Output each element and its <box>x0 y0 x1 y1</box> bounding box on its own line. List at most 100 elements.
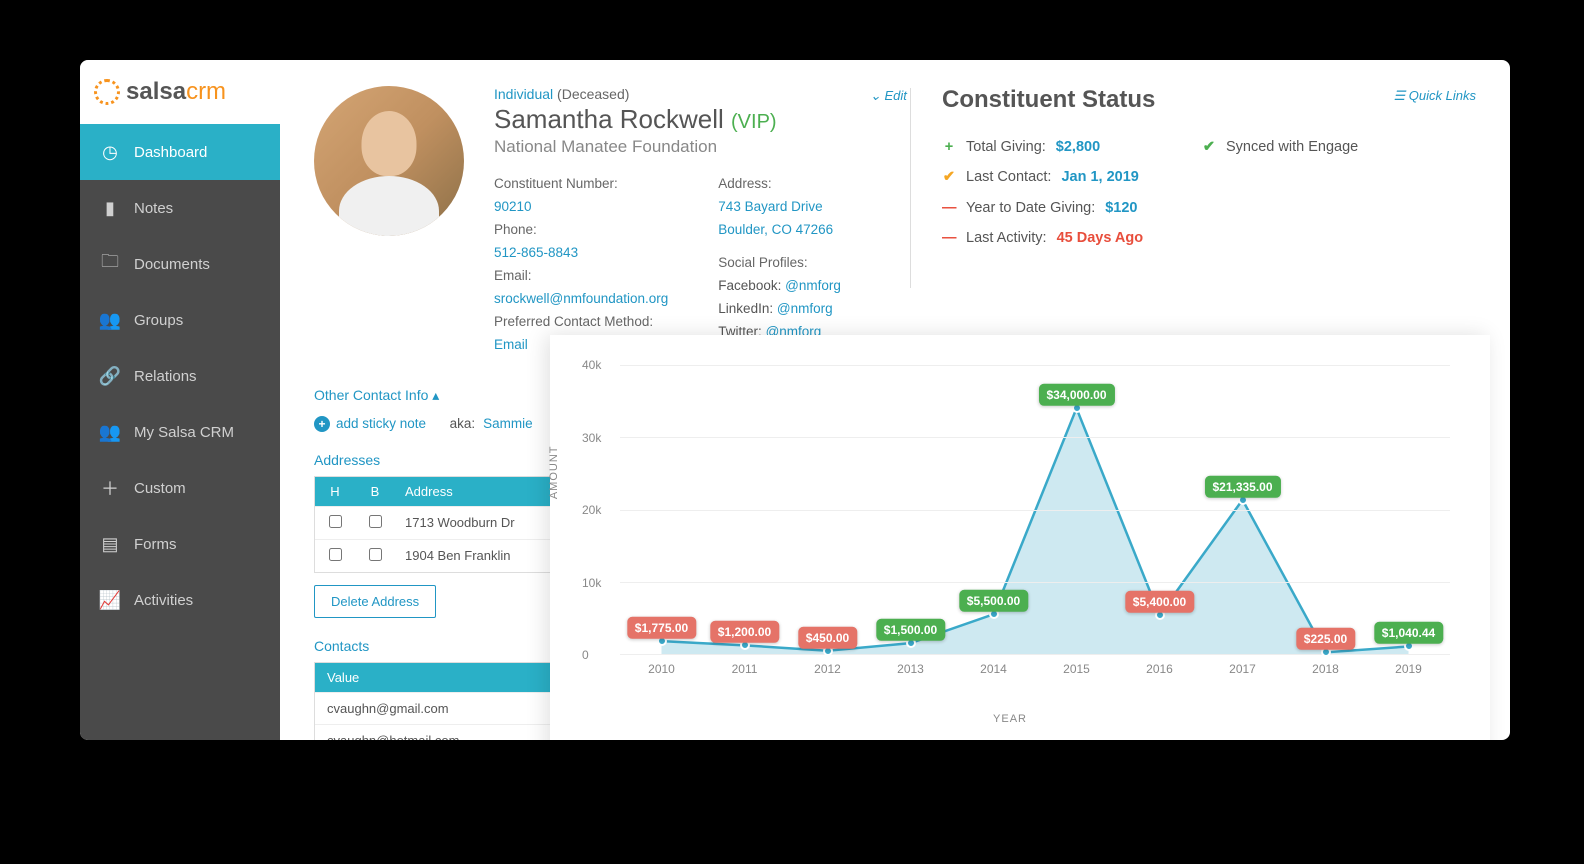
synced-row: ✔ Synced with Engage <box>1202 132 1358 162</box>
info-col-left: Constituent Number: 90210 Phone: 512-865… <box>494 173 668 357</box>
x-tick: 2012 <box>814 662 841 676</box>
legend-item[interactable]: Upgraded <box>1130 739 1206 740</box>
chart-value-badge: $1,040.44 <box>1374 622 1443 644</box>
main-panel: ☰ Quick Links ⌄ Edit Individual (Decease… <box>280 60 1510 740</box>
form-icon: ▤ <box>100 534 120 554</box>
x-tick: 2014 <box>980 662 1007 676</box>
link-icon: 🔗 <box>100 366 120 386</box>
x-axis-label: YEAR <box>560 713 1460 725</box>
chart-value-badge: $5,500.00 <box>959 590 1028 612</box>
y-axis-label: AMOUNT <box>548 445 560 499</box>
avatar <box>314 86 464 236</box>
sidebar: salsacrm ◷Dashboard▮Notes🗀Documents👥Grou… <box>80 60 280 740</box>
sidebar-item-relations[interactable]: 🔗Relations <box>80 348 280 404</box>
phone-link[interactable]: 512-865-8843 <box>494 242 668 265</box>
x-tick: 2013 <box>897 662 924 676</box>
chart-value-badge: $450.00 <box>798 627 857 649</box>
x-tick: 2018 <box>1312 662 1339 676</box>
gauge-icon: ◷ <box>100 142 120 162</box>
edit-link[interactable]: ⌄ Edit <box>870 88 907 104</box>
logo-text: salsacrm <box>126 78 226 106</box>
home-checkbox[interactable] <box>329 515 342 528</box>
legend-item[interactable]: Recaptured <box>797 739 883 740</box>
legend-item[interactable]: New <box>726 739 771 740</box>
chart-value-badge: $1,200.00 <box>710 621 779 643</box>
table-row: 1713 Woodburn Dr <box>315 506 553 539</box>
address-line1[interactable]: 743 Bayard Drive <box>718 196 841 219</box>
y-tick: 30k <box>582 431 601 445</box>
x-tick: 2011 <box>732 662 758 676</box>
chart-area: AMOUNT $1,775.002010$1,200.002011$450.00… <box>560 355 1460 685</box>
sidebar-item-activities[interactable]: 📈Activities <box>80 572 280 628</box>
table-row: cvaughn@hotmail.com <box>315 724 553 741</box>
minus-icon: — <box>942 223 956 253</box>
plus-circle-icon: + <box>314 416 330 432</box>
status-panel: Constituent Status + Total Giving: $2,80… <box>942 86 1480 254</box>
y-tick: 40k <box>582 358 601 372</box>
delete-address-button[interactable]: Delete Address <box>314 585 436 618</box>
table-row: 1904 Ben Franklin <box>315 539 553 572</box>
chart-icon: 📈 <box>100 590 120 610</box>
x-tick: 2016 <box>1146 662 1173 676</box>
sidebar-item-my-salsa-crm[interactable]: 👥My Salsa CRM <box>80 404 280 460</box>
note-icon: ▮ <box>100 198 120 218</box>
business-checkbox[interactable] <box>369 548 382 561</box>
logo-icon <box>94 79 120 105</box>
business-checkbox[interactable] <box>369 515 382 528</box>
chart-value-badge: $5,400.00 <box>1125 591 1194 613</box>
facebook-link[interactable]: @nmforg <box>785 278 841 293</box>
plus-icon: + <box>942 132 956 162</box>
legend-item[interactable]: Lapsed <box>1232 739 1294 740</box>
info-col-right: Address: 743 Bayard Drive Boulder, CO 47… <box>718 173 841 357</box>
chart-value-badge: $225.00 <box>1296 628 1355 650</box>
sidebar-item-documents[interactable]: 🗀Documents <box>80 236 280 292</box>
home-checkbox[interactable] <box>329 548 342 561</box>
col-b: B <box>355 477 395 506</box>
chart-card: AMOUNT $1,775.002010$1,200.002011$450.00… <box>550 335 1490 740</box>
vertical-divider <box>910 88 911 288</box>
status-row: — Year to Date Giving: $120 <box>942 193 1202 223</box>
table-row: cvaughn@gmail.com <box>315 692 553 724</box>
linkedin-link[interactable]: @nmforg <box>777 301 833 316</box>
col-h: H <box>315 477 355 506</box>
addresses-table: H B Address 1713 Woodburn Dr1904 Ben Fra… <box>314 476 554 573</box>
sidebar-item-dashboard[interactable]: ◷Dashboard <box>80 124 280 180</box>
sidebar-item-custom[interactable]: ＋Custom <box>80 460 280 516</box>
status-row: + Total Giving: $2,800 <box>942 132 1202 162</box>
logo: salsacrm <box>80 60 280 124</box>
chart-value-badge: $1,775.00 <box>627 617 696 639</box>
check-icon: ✔ <box>942 162 956 192</box>
add-sticky-note[interactable]: +add sticky note <box>314 416 426 432</box>
users-icon: 👥 <box>100 422 120 442</box>
x-tick: 2019 <box>1395 662 1422 676</box>
x-tick: 2017 <box>1229 662 1256 676</box>
x-tick: 2015 <box>1063 662 1090 676</box>
email-link[interactable]: srockwell@nmfoundation.org <box>494 288 668 311</box>
sidebar-item-groups[interactable]: 👥Groups <box>80 292 280 348</box>
chart-value-badge: $21,335.00 <box>1204 476 1280 498</box>
minus-icon: — <box>942 193 956 223</box>
y-tick: 0 <box>582 648 589 662</box>
sidebar-item-notes[interactable]: ▮Notes <box>80 180 280 236</box>
status-title: Constituent Status <box>942 86 1480 114</box>
y-tick: 10k <box>582 576 601 590</box>
check-icon: ✔ <box>1202 132 1216 162</box>
nav-list: ◷Dashboard▮Notes🗀Documents👥Groups🔗Relati… <box>80 124 280 628</box>
users-icon: 👥 <box>100 310 120 330</box>
aka-link[interactable]: Sammie <box>483 416 533 431</box>
constituent-number[interactable]: 90210 <box>494 196 668 219</box>
folder-icon: 🗀 <box>100 254 120 274</box>
app-window: salsacrm ◷Dashboard▮Notes🗀Documents👥Grou… <box>80 60 1510 740</box>
contacts-table: Value cvaughn@gmail.comcvaughn@hotmail.c… <box>314 662 554 741</box>
status-row: ✔ Last Contact: Jan 1, 2019 <box>942 162 1202 192</box>
chart-plot: $1,775.002010$1,200.002011$450.002012$1,… <box>620 365 1450 655</box>
col-address: Address <box>395 477 553 506</box>
chart-value-badge: $34,000.00 <box>1038 384 1114 406</box>
address-line2[interactable]: Boulder, CO 47266 <box>718 219 841 242</box>
legend-item[interactable]: Downgraded <box>910 739 1003 740</box>
x-tick: 2010 <box>648 662 675 676</box>
sidebar-item-forms[interactable]: ▤Forms <box>80 516 280 572</box>
plus-icon: ＋ <box>100 478 120 498</box>
col-value: Value <box>315 663 553 692</box>
legend-item[interactable]: Returning <box>1028 739 1103 740</box>
